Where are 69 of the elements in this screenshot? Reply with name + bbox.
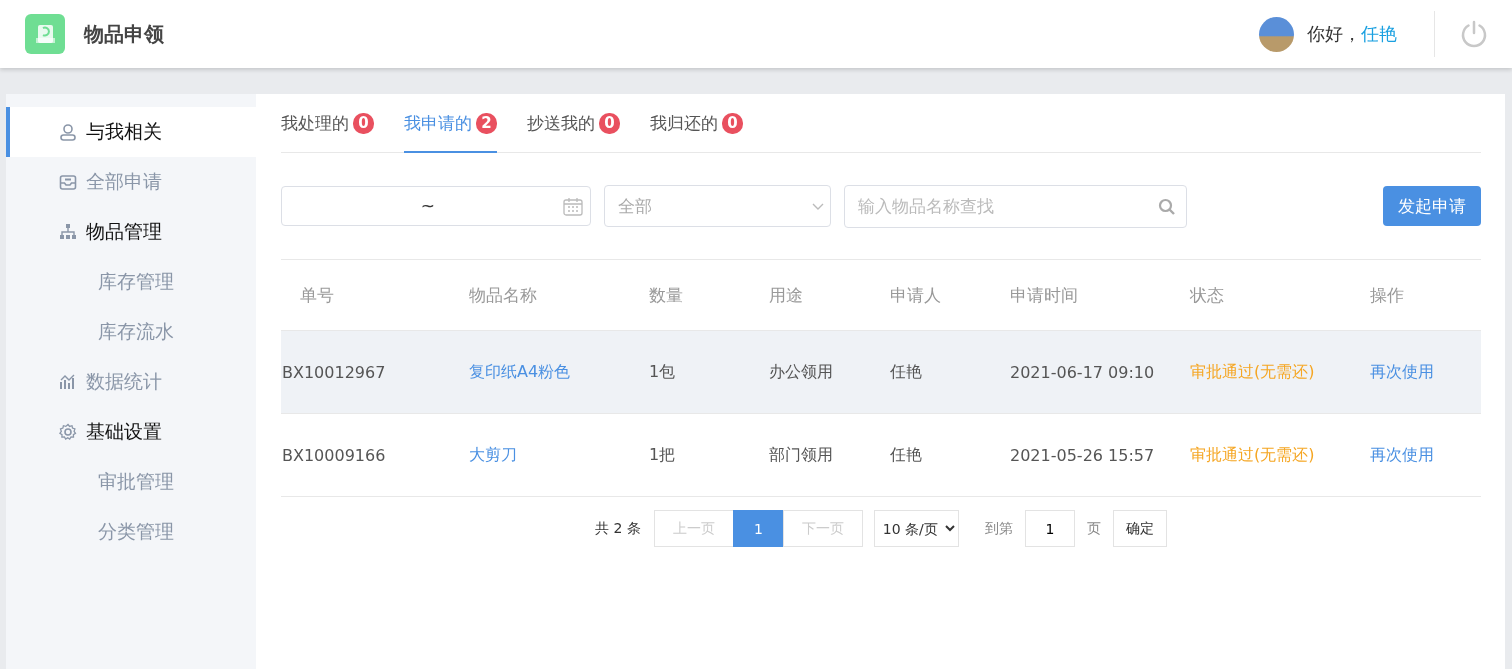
tab-label: 抄送我的: [527, 112, 595, 135]
avatar-photo[interactable]: [1259, 16, 1294, 52]
menu-item[interactable]: 全部申请: [6, 157, 256, 207]
greeting-text: 你好，: [1307, 22, 1361, 46]
power-icon[interactable]: [1460, 20, 1488, 48]
tab-label: 我归还的: [650, 112, 718, 135]
column-header: 操作: [1369, 260, 1481, 331]
inbox-icon: [59, 173, 77, 191]
table-cell: 办公领用: [769, 361, 833, 381]
count-badge: 0: [722, 113, 743, 134]
search-field[interactable]: 输入物品名称查找: [844, 184, 1187, 228]
submenu-item[interactable]: 库存流水: [6, 307, 256, 357]
menu-item[interactable]: 数据统计: [6, 357, 256, 407]
table-cell: 2021-06-17 09:10: [1010, 362, 1155, 382]
total-count-text: 共 2 条: [595, 519, 641, 538]
reuse-link[interactable]: 再次使用: [1370, 444, 1434, 464]
count-badge: 2: [476, 113, 497, 134]
table-cell: 部门领用: [769, 444, 833, 464]
table-cell: BX10012967: [282, 362, 386, 382]
hierarchy-icon: [59, 223, 77, 241]
item-name-link[interactable]: 复印纸A4粉色: [469, 361, 571, 381]
gear-icon: [59, 423, 77, 441]
tab-label: 我申请的: [404, 112, 472, 135]
tab[interactable]: 抄送我的 0: [527, 94, 620, 153]
goto-label: 到第: [984, 519, 1013, 538]
column-header: 用途: [768, 260, 889, 331]
status-text: 审批通过(无需还): [1190, 361, 1315, 381]
submenu-item[interactable]: 库存管理: [6, 257, 256, 307]
column-header: 状态: [1189, 260, 1369, 331]
search-icon: [1158, 197, 1175, 215]
column-header: 申请时间: [1009, 260, 1189, 331]
count-badge: 0: [599, 113, 620, 134]
column-header: 申请人: [889, 260, 1009, 331]
date-range-field[interactable]: ~: [281, 186, 591, 226]
tab[interactable]: 我申请的 2: [404, 94, 497, 153]
table-cell: 1把: [649, 444, 676, 464]
person-icon: [59, 123, 77, 141]
submenu-item[interactable]: 分类管理: [6, 507, 256, 557]
page-size-select[interactable]: 10 条/页: [873, 510, 959, 547]
status-text: 审批通过(无需还): [1190, 444, 1315, 464]
tab[interactable]: 我处理的 0: [281, 94, 374, 153]
table-cell: 2021-05-26 15:57: [1010, 445, 1155, 465]
status-select[interactable]: 全部: [604, 185, 831, 227]
column-header: 数量: [648, 260, 768, 331]
tab[interactable]: 我归还的 0: [650, 94, 743, 153]
tab-label: 我处理的: [281, 112, 349, 135]
create-request-button[interactable]: 发起申请: [1383, 186, 1481, 226]
table-cell: 任艳: [890, 361, 922, 381]
menu-item[interactable]: 物品管理: [6, 207, 256, 257]
menu-item[interactable]: 基础设置: [6, 407, 256, 457]
column-header: 物品名称: [468, 260, 648, 331]
submenu-item[interactable]: 审批管理: [6, 457, 256, 507]
count-badge: 0: [353, 113, 374, 134]
menu-item[interactable]: 与我相关: [6, 107, 256, 157]
table-cell: 1包: [649, 361, 676, 381]
confirm-button[interactable]: 确定: [1112, 510, 1167, 547]
column-header: 单号: [281, 260, 468, 331]
chart-icon: [59, 373, 77, 391]
page-unit-label: 页: [1086, 519, 1101, 538]
app-title: 物品申领: [84, 20, 164, 48]
table-cell: 任艳: [890, 444, 922, 464]
calendar-icon: [563, 196, 583, 216]
item-name-link[interactable]: 大剪刀: [469, 444, 517, 464]
page-number-field[interactable]: 1: [1024, 510, 1075, 547]
user-name-link[interactable]: 任艳: [1361, 22, 1397, 46]
table-cell: BX10009166: [282, 445, 386, 465]
reuse-link[interactable]: 再次使用: [1370, 361, 1434, 381]
page-number-button[interactable]: 1: [732, 510, 784, 547]
app-logo-icon: [25, 14, 65, 54]
